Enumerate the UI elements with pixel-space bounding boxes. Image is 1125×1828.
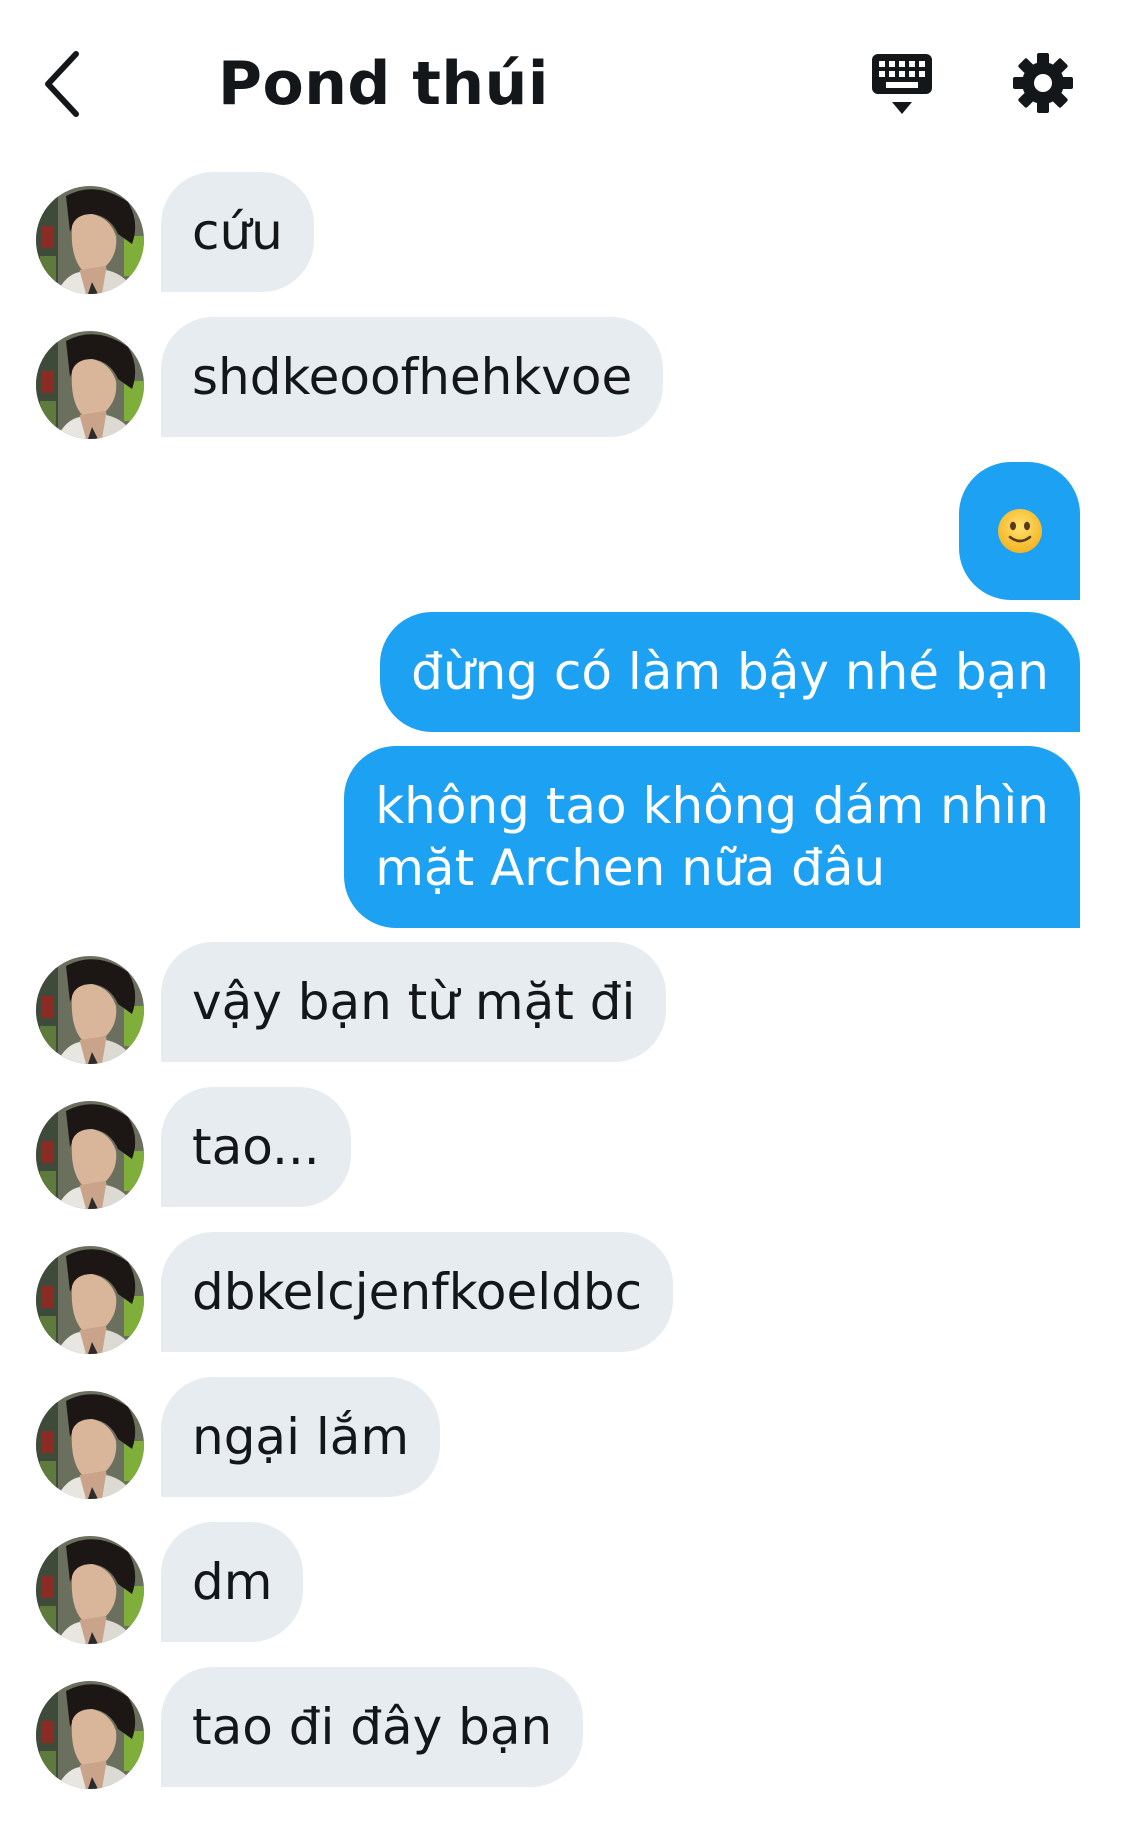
avatar[interactable] <box>36 956 144 1064</box>
incoming-message-bubble[interactable]: dm <box>161 1522 304 1642</box>
incoming-message-bubble[interactable]: cứu <box>161 172 314 292</box>
slightly-smiling-face-icon <box>997 509 1042 553</box>
chevron-left-icon <box>45 51 79 117</box>
message-text: cứu <box>192 203 283 261</box>
message-text: shdkeoofhehkvoe <box>192 348 633 406</box>
message-text: vậy bạn từ mặt đi <box>192 973 636 1031</box>
page-title: Pond thúi <box>218 49 549 119</box>
message-text: ngại lắm <box>192 1408 410 1466</box>
incoming-message-bubble[interactable]: ngại lắm <box>161 1377 441 1497</box>
outgoing-message-bubble[interactable]: không tao không dám nhìn mặt Archen nữa … <box>344 746 1080 928</box>
outgoing-message-bubble[interactable] <box>959 462 1080 600</box>
incoming-message-bubble[interactable]: vậy bạn từ mặt đi <box>161 942 667 1062</box>
incoming-message-bubble[interactable]: shdkeoofhehkvoe <box>161 317 664 437</box>
keyboard-button[interactable] <box>870 52 934 118</box>
avatar[interactable] <box>36 1246 144 1354</box>
gear-icon <box>1013 53 1073 113</box>
message-text: dbkelcjenfkoeldbc <box>192 1263 643 1321</box>
avatar[interactable] <box>36 186 144 294</box>
avatar[interactable] <box>36 1681 144 1789</box>
incoming-message-bubble[interactable]: tao... <box>161 1087 351 1207</box>
message-text-line: mặt Archen nữa đâu <box>375 839 886 897</box>
avatar[interactable] <box>36 331 144 439</box>
back-button[interactable] <box>36 48 96 120</box>
message-text: đừng có làm bậy nhé bạn <box>411 643 1049 701</box>
avatar[interactable] <box>36 1536 144 1644</box>
message-text: dm <box>192 1553 273 1611</box>
avatar[interactable] <box>36 1391 144 1499</box>
settings-button[interactable] <box>1012 52 1074 114</box>
message-text: tao... <box>192 1118 320 1176</box>
incoming-message-bubble[interactable]: dbkelcjenfkoeldbc <box>161 1232 674 1352</box>
chat-header: Pond thúi <box>0 0 1125 160</box>
incoming-message-bubble[interactable]: tao đi đây bạn <box>161 1667 584 1787</box>
message-text: tao đi đây bạn <box>192 1698 553 1756</box>
message-text-line: không tao không dám nhìn <box>375 777 1049 835</box>
outgoing-message-bubble[interactable]: đừng có làm bậy nhé bạn <box>380 612 1080 732</box>
avatar[interactable] <box>36 1101 144 1209</box>
keyboard-icon <box>872 54 932 114</box>
